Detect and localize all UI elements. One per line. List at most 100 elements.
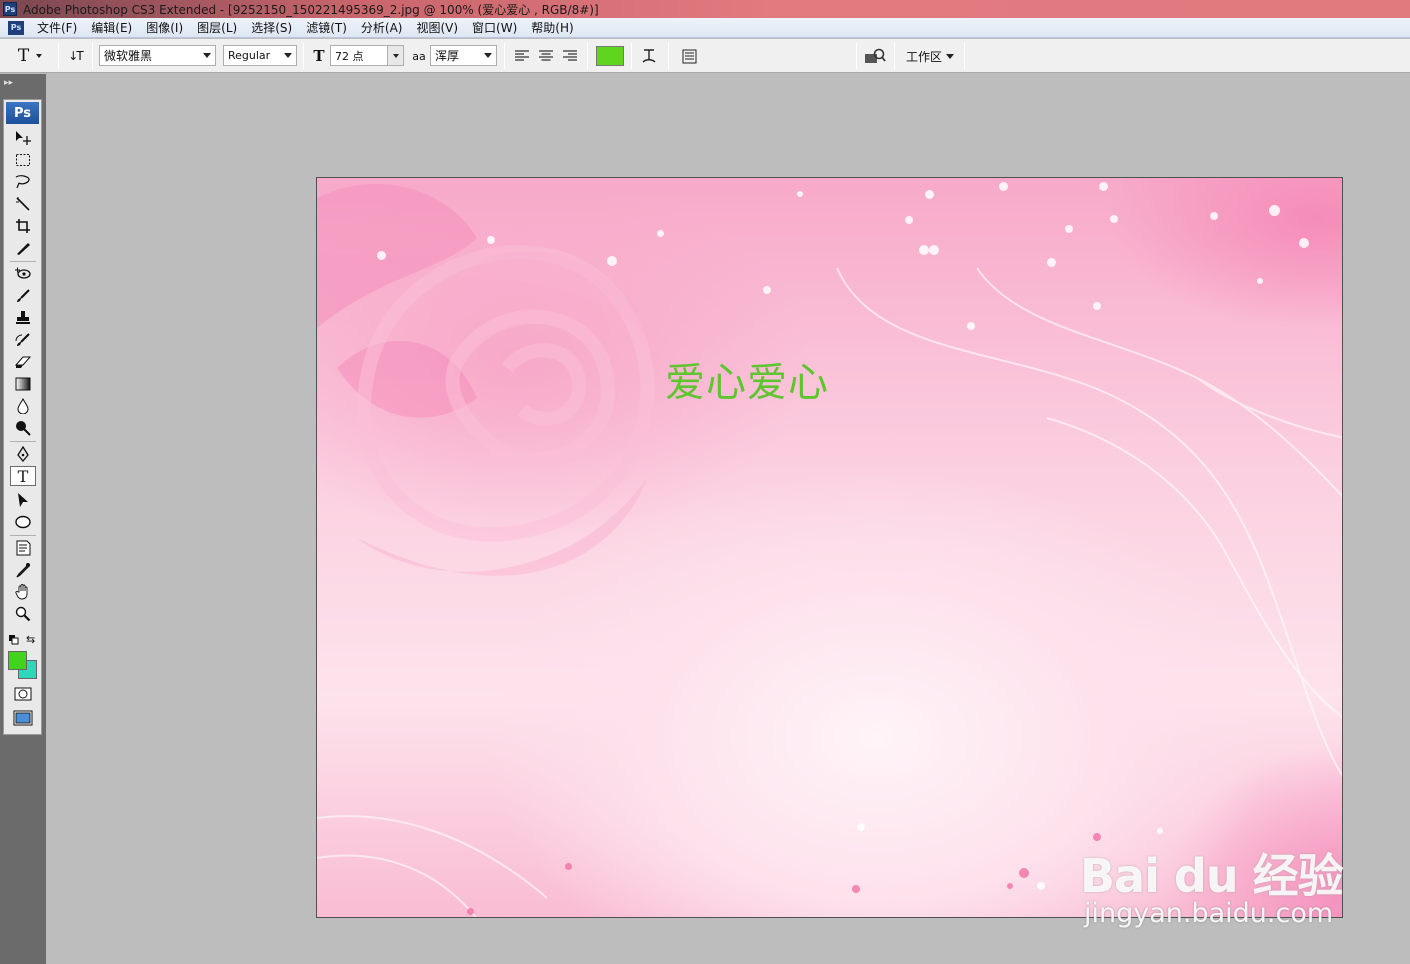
- separator: [10, 441, 36, 442]
- app-icon: Ps: [3, 2, 17, 16]
- character-panel-button[interactable]: [678, 45, 700, 67]
- separator: [10, 261, 36, 262]
- align-left-icon: [515, 50, 529, 61]
- text-orientation-icon: ↓T: [68, 49, 83, 63]
- foreground-color-swatch[interactable]: [8, 651, 27, 670]
- align-center-button[interactable]: [535, 45, 557, 67]
- align-left-button[interactable]: [511, 45, 533, 67]
- font-style-value: Regular: [228, 49, 271, 62]
- crop-tool[interactable]: [10, 216, 36, 236]
- document-canvas[interactable]: 爱心爱心: [316, 177, 1343, 918]
- blur-tool[interactable]: [10, 396, 36, 416]
- font-style-select[interactable]: Regular: [223, 45, 297, 66]
- healing-brush-icon: [15, 267, 31, 279]
- marquee-tool[interactable]: [10, 150, 36, 170]
- eyedropper-icon: [16, 563, 30, 578]
- ps-logo[interactable]: Ps: [6, 102, 39, 124]
- separator: [631, 43, 632, 69]
- workspace-label: 工作区: [905, 49, 942, 64]
- screen-mode-icon: [13, 710, 33, 726]
- menu-select[interactable]: 选择(S): [244, 18, 299, 38]
- eyedropper-tool[interactable]: [10, 560, 36, 580]
- antialias-select[interactable]: 浑厚: [430, 45, 497, 66]
- bridge-button[interactable]: [862, 45, 888, 67]
- options-bar: T ↓T 微软雅黑 Regular T 72 点 aa 浑厚 工作区: [0, 39, 1410, 73]
- antialias-icon: aa: [409, 45, 429, 67]
- dodge-tool[interactable]: [10, 418, 36, 438]
- brush-icon: [17, 289, 30, 302]
- chevron-down-icon: [284, 53, 292, 58]
- notes-tool[interactable]: [10, 538, 36, 558]
- brush-tool[interactable]: [10, 286, 36, 306]
- menu-file[interactable]: 文件(F): [30, 18, 84, 38]
- slice-tool[interactable]: [10, 238, 36, 258]
- font-size-value: 72 点: [335, 49, 364, 63]
- text-orientation-button[interactable]: ↓T: [64, 45, 86, 67]
- bridge-icon: [865, 48, 886, 63]
- menu-analysis[interactable]: 分析(A): [354, 18, 410, 38]
- align-right-icon: [563, 50, 577, 61]
- align-right-button[interactable]: [559, 45, 581, 67]
- separator: [587, 43, 588, 69]
- app-menu-icon[interactable]: Ps: [8, 20, 24, 35]
- clone-stamp-icon: [16, 311, 30, 324]
- chevron-down-icon: [946, 53, 954, 59]
- warp-text-button[interactable]: [638, 45, 660, 67]
- history-brush-icon: [15, 333, 30, 346]
- healing-brush-tool[interactable]: [10, 264, 36, 284]
- move-icon: [16, 131, 31, 145]
- font-size-dropdown-button[interactable]: [387, 46, 403, 65]
- marquee-icon: [16, 154, 30, 166]
- menu-edit[interactable]: 编辑(E): [84, 18, 139, 38]
- menu-filter[interactable]: 滤镜(T): [299, 18, 354, 38]
- magic-wand-tool[interactable]: [10, 194, 36, 214]
- baidu-watermark-logo: Bai du 经验: [1080, 849, 1344, 903]
- menu-help[interactable]: 帮助(H): [524, 18, 580, 38]
- canvas-text-layer[interactable]: 爱心爱心: [665, 350, 829, 408]
- baidu-watermark-url: jingyan.baidu.com: [1084, 898, 1334, 929]
- menu-view[interactable]: 视图(V): [409, 18, 465, 38]
- font-family-select[interactable]: 微软雅黑: [99, 45, 216, 66]
- menu-image[interactable]: 图像(I): [139, 18, 190, 38]
- pen-tool[interactable]: [10, 444, 36, 464]
- lasso-tool[interactable]: [10, 172, 36, 192]
- tool-preset-picker[interactable]: T: [8, 45, 52, 67]
- workspace-button[interactable]: 工作区: [902, 45, 958, 67]
- menu-window[interactable]: 窗口(W): [465, 18, 524, 38]
- palette-toggle-icon: [682, 49, 696, 63]
- font-size-combo[interactable]: 72 点: [330, 45, 404, 66]
- hand-tool[interactable]: [10, 582, 36, 602]
- eraser-tool[interactable]: [10, 352, 36, 372]
- crop-icon: [16, 219, 30, 233]
- hand-icon: [15, 584, 28, 600]
- menu-layer[interactable]: 图层(L): [190, 18, 244, 38]
- default-colors-icon[interactable]: [9, 634, 19, 648]
- path-selection-icon: [18, 493, 28, 507]
- separator: [894, 43, 895, 69]
- path-selection-tool[interactable]: [10, 490, 36, 510]
- panel-collapse-icon[interactable]: ▸▸: [4, 78, 13, 88]
- quick-mask-button[interactable]: [10, 684, 36, 704]
- dodge-icon: [16, 421, 31, 436]
- rose-background-image: [317, 183, 1342, 917]
- toolbox: Ps T ⇆: [3, 99, 42, 735]
- align-center-icon: [539, 50, 553, 61]
- separator: [668, 43, 669, 69]
- swap-colors-icon[interactable]: ⇆: [26, 633, 35, 646]
- screen-mode-button[interactable]: [10, 708, 36, 728]
- gradient-tool[interactable]: [10, 374, 36, 394]
- font-size-icon: T: [309, 45, 329, 67]
- chevron-down-icon: [484, 53, 492, 58]
- text-color-swatch[interactable]: [596, 46, 624, 66]
- type-tool[interactable]: T: [10, 466, 36, 486]
- menu-bar: Ps 文件(F) 编辑(E) 图像(I) 图层(L) 选择(S) 滤镜(T) 分…: [0, 18, 1410, 38]
- zoom-tool[interactable]: [10, 604, 36, 624]
- chevron-down-icon: [36, 54, 43, 58]
- clone-stamp-tool[interactable]: [10, 308, 36, 328]
- separator: [303, 43, 304, 69]
- lasso-icon: [15, 175, 30, 189]
- shape-tool[interactable]: [10, 512, 36, 532]
- history-brush-tool[interactable]: [10, 330, 36, 350]
- move-tool[interactable]: [10, 128, 36, 148]
- font-size-glyph: T: [313, 47, 325, 65]
